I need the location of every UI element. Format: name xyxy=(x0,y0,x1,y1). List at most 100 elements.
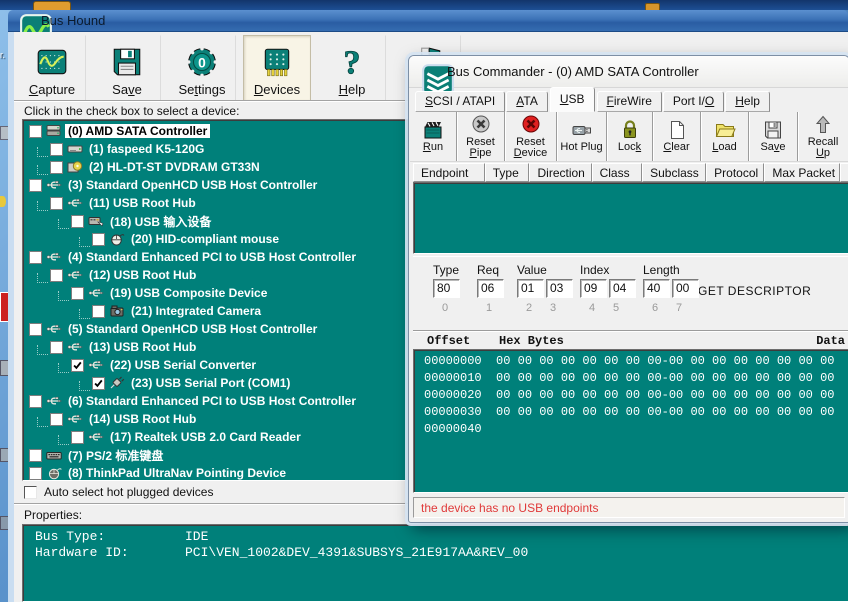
dialog-titlebar[interactable]: Bus Commander - (0) AMD SATA Controller xyxy=(409,56,848,88)
endpoint-column-protocol[interactable]: Protocol xyxy=(706,163,764,182)
tree-item-label[interactable]: (8) ThinkPad UltraNav Pointing Device xyxy=(65,466,289,480)
setup-field-label: Req xyxy=(477,263,506,277)
setup-value-input[interactable]: 03 xyxy=(546,279,573,298)
cmd-reset-pipe-button[interactable]: Reset Pipe xyxy=(457,112,505,161)
auto-select-checkbox[interactable] xyxy=(24,486,37,499)
device-checkbox[interactable] xyxy=(50,269,63,282)
endpoint-column-max-packet[interactable]: Max Packet xyxy=(764,163,840,182)
controller-icon xyxy=(46,124,62,138)
cmd-load-button[interactable]: Load xyxy=(701,112,749,161)
toolbar-capture-button[interactable]: Capture xyxy=(18,35,86,101)
tree-item-label[interactable]: (1) faspeed K5-120G xyxy=(86,142,207,156)
tree-item-label[interactable]: (23) USB Serial Port (COM1) xyxy=(128,376,293,390)
cmd-reset-device-button[interactable]: Reset Device xyxy=(505,112,557,161)
tree-item-label[interactable]: (0) AMD SATA Controller xyxy=(65,124,210,138)
tree-item-label[interactable]: (21) Integrated Camera xyxy=(128,304,264,318)
device-checkbox[interactable] xyxy=(50,197,63,210)
setup-field-boxes: 0103 xyxy=(517,279,575,298)
pointing-icon xyxy=(46,466,62,480)
device-checkbox[interactable] xyxy=(71,359,84,372)
device-checkbox[interactable] xyxy=(29,251,42,264)
setup-value-input[interactable]: 09 xyxy=(580,279,607,298)
cmd-run-button[interactable]: Run xyxy=(410,112,457,161)
tab-ata[interactable]: ATA xyxy=(506,91,548,112)
tab-usb[interactable]: USB xyxy=(550,87,595,112)
tree-item-label[interactable]: (7) PS/2 标准键盘 xyxy=(65,447,166,464)
setup-value-input[interactable]: 00 xyxy=(672,279,699,298)
device-checkbox[interactable] xyxy=(71,431,84,444)
tree-item-label[interactable]: (2) HL-DT-ST DVDRAM GT33N xyxy=(86,160,263,174)
setup-value-input[interactable]: 04 xyxy=(609,279,636,298)
property-row: Bus Type:IDE xyxy=(35,529,848,545)
setup-value-input[interactable]: 80 xyxy=(433,279,460,298)
toolbar-save-button[interactable]: Save xyxy=(93,35,161,101)
tree-connector xyxy=(37,273,48,283)
device-checkbox[interactable] xyxy=(71,215,84,228)
endpoint-column-direction[interactable]: Direction xyxy=(529,163,591,182)
property-key: Hardware ID: xyxy=(35,545,185,560)
device-checkbox[interactable] xyxy=(29,323,42,336)
device-checkbox[interactable] xyxy=(29,467,42,480)
clapper-icon xyxy=(422,119,444,141)
endpoint-column-class[interactable]: Class xyxy=(592,163,643,182)
mouse-icon xyxy=(109,232,125,246)
cmd-button-label: Hot Plug xyxy=(560,142,602,153)
tree-item-label[interactable]: (20) HID-compliant mouse xyxy=(128,232,282,246)
device-checkbox[interactable] xyxy=(50,143,63,156)
tree-item-label[interactable]: (13) USB Root Hub xyxy=(86,340,199,354)
setup-value-input[interactable]: 01 xyxy=(517,279,544,298)
tree-item-label[interactable]: (17) Realtek USB 2.0 Card Reader xyxy=(107,430,304,444)
device-checkbox[interactable] xyxy=(50,413,63,426)
tree-item-label[interactable]: (3) Standard OpenHCD USB Host Controller xyxy=(65,178,320,192)
tab-help[interactable]: Help xyxy=(725,91,770,112)
device-checkbox[interactable] xyxy=(92,377,105,390)
folder-icon xyxy=(714,119,736,141)
toolbar-help-button[interactable]: ?Help xyxy=(318,35,386,101)
tree-item-label[interactable]: (5) Standard OpenHCD USB Host Controller xyxy=(65,322,320,336)
tree-item-label[interactable]: (6) Standard Enhanced PCI to USB Host Co… xyxy=(65,394,359,408)
endpoint-column-type[interactable]: Type xyxy=(485,163,530,182)
property-row: Hardware ID:PCI\VEN_1002&DEV_4391&SUBSYS… xyxy=(35,545,848,561)
tab-firewire[interactable]: FireWire xyxy=(597,91,662,112)
tab-port-i-o[interactable]: Port I/O xyxy=(663,91,724,112)
cmd-save-button[interactable]: Save xyxy=(749,112,798,161)
property-key: Bus Type: xyxy=(35,529,185,544)
device-checkbox[interactable] xyxy=(50,341,63,354)
tree-item-label[interactable]: (19) USB Composite Device xyxy=(107,286,270,300)
toolbar-button-label: Settings xyxy=(179,82,226,97)
hex-dump[interactable]: 00000000 00 00 00 00 00 00 00 00-00 00 0… xyxy=(413,349,848,493)
dialog-toolbar: RunReset PipeReset DeviceHot Plug LockCle… xyxy=(410,112,848,162)
setup-value-input[interactable]: 40 xyxy=(643,279,670,298)
device-checkbox[interactable] xyxy=(29,179,42,192)
tree-item-label[interactable]: (12) USB Root Hub xyxy=(86,268,199,282)
device-checkbox[interactable] xyxy=(50,161,63,174)
toolbar-devices-button[interactable]: Devices xyxy=(243,35,311,101)
tree-item-label[interactable]: (14) USB Root Hub xyxy=(86,412,199,426)
tree-item-label[interactable]: (4) Standard Enhanced PCI to USB Host Co… xyxy=(65,250,359,264)
setup-field-boxes: 80 xyxy=(433,279,462,298)
endpoint-column-subclass[interactable]: Subclass xyxy=(642,163,706,182)
toolbar-settings-button[interactable]: 0Settings xyxy=(168,35,236,101)
device-checkbox[interactable] xyxy=(29,449,42,462)
device-checkbox[interactable] xyxy=(29,395,42,408)
hex-row: 00000000 00 00 00 00 00 00 00 00-00 00 0… xyxy=(424,354,848,371)
setup-field-length: Length400067 xyxy=(643,263,701,314)
setup-value-input[interactable]: 06 xyxy=(477,279,504,298)
endpoint-column-endpoint[interactable]: Endpoint xyxy=(413,163,485,182)
tree-item-label[interactable]: (22) USB Serial Converter xyxy=(107,358,259,372)
cmd-clear-button[interactable]: Clear xyxy=(653,112,701,161)
device-checkbox[interactable] xyxy=(29,125,42,138)
device-checkbox[interactable] xyxy=(92,305,105,318)
tab-scsi-atapi[interactable]: SCSI / ATAPI xyxy=(415,91,505,112)
tree-connector xyxy=(37,345,48,355)
cmd-lock-button[interactable]: Lock xyxy=(607,112,653,161)
device-checkbox[interactable] xyxy=(71,287,84,300)
cmd-recall-up-button[interactable]: Recall Up xyxy=(798,112,848,161)
device-checkbox[interactable] xyxy=(92,233,105,246)
window-titlebar[interactable]: Bus Hound xyxy=(8,10,848,32)
tree-item-label[interactable]: (11) USB Root Hub xyxy=(86,196,199,210)
setup-field-req: Req061 xyxy=(477,263,506,314)
tree-item-label[interactable]: (18) USB 输入设备 xyxy=(107,213,214,230)
desktop-icon-fragment xyxy=(0,196,6,207)
cmd-hot-plug-button[interactable]: Hot Plug xyxy=(557,112,607,161)
